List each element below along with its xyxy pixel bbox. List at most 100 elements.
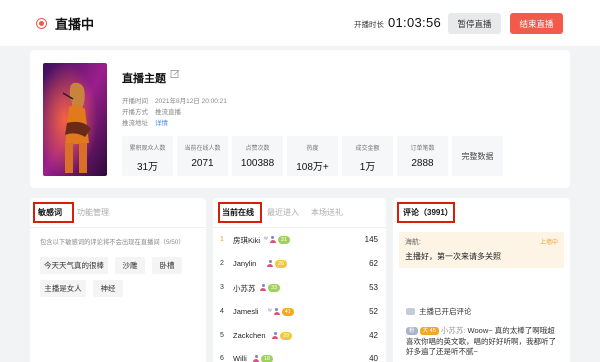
viewer-badges: 33 xyxy=(260,283,281,292)
user-icon xyxy=(273,308,280,315)
tab-gifts[interactable]: 本场送礼 xyxy=(311,207,343,218)
level-badge: 29 xyxy=(280,331,293,340)
weibo-icon: ᵂ xyxy=(268,308,272,315)
stat-label: 点赞次数 xyxy=(245,146,270,152)
user-icon xyxy=(269,236,276,243)
viewer-score: 53 xyxy=(369,283,378,292)
method-value: 推流直播 xyxy=(155,109,181,116)
highlight-box xyxy=(397,202,455,223)
stat-heat: 热度 108万+ xyxy=(287,136,338,176)
stat-total-viewers: 累积观众人数 31万 xyxy=(122,136,173,176)
fan-tag: 粉 xyxy=(406,327,418,335)
live-indicator-icon xyxy=(36,17,47,29)
viewer-score: 40 xyxy=(369,354,378,362)
duration-value: 01:03:56 xyxy=(388,15,442,30)
level-badge: 18 xyxy=(261,354,274,362)
viewer-row[interactable]: 5 Zackchen 29 42 xyxy=(213,330,386,344)
comment-item[interactable]: 粉 大 45 小苏苏: Woow~ 真的太棒了啊哦超喜欢你唱的英文歌，唱的好好听… xyxy=(406,326,561,358)
address-label: 推流地址 xyxy=(122,120,148,127)
viewer-rank: 4 xyxy=(220,308,224,315)
stat-value: 100388 xyxy=(240,158,275,169)
level-badge: 31 xyxy=(277,235,290,244)
stats-row: 累积观众人数 31万 当前在线人数 2071 点赞次数 100388 热度 10… xyxy=(122,136,503,176)
duration-label: 开播时长 xyxy=(354,20,384,29)
viewer-row[interactable]: 1 房琪Kiki ᵂ 31 145 xyxy=(213,234,386,248)
viewer-badges: ᵂ 41 xyxy=(268,307,294,316)
end-live-button[interactable]: 结束直播 xyxy=(510,13,563,34)
system-message-text: 主播已开启评论 xyxy=(419,307,472,316)
sensitive-word-chip[interactable]: 卧槽 xyxy=(152,257,182,274)
stat-value: 2888 xyxy=(411,158,434,169)
start-time-value: 2021年8月12日 20:00:21 xyxy=(155,98,227,105)
level-badge: 26 xyxy=(275,259,288,268)
stream-title: 直播主题 xyxy=(122,73,166,85)
stat-label: 成交金额 xyxy=(355,146,380,152)
pause-live-button[interactable]: 暂停直播 xyxy=(448,13,501,34)
viewer-name: 房琪Kiki xyxy=(233,236,261,245)
user-icon xyxy=(272,332,278,339)
stat-likes: 点赞次数 100388 xyxy=(232,136,283,176)
viewer-rank: 6 xyxy=(220,355,224,362)
stat-value: 31万 xyxy=(136,162,159,173)
method-label: 开播方式 xyxy=(122,109,148,116)
user-icon xyxy=(260,284,266,291)
viewer-name: Zackchen xyxy=(233,331,266,340)
stat-value: 1万 xyxy=(359,162,376,173)
viewer-name: Willi xyxy=(233,354,247,362)
full-data-button[interactable]: 完整数据 xyxy=(452,136,503,176)
top-bar: 直播中 开播时长 01:03:56 暂停直播 结束直播 xyxy=(0,0,600,46)
sensitive-words-hint: 包含以下敏感词的评论将不会出现在直播间（5/50） xyxy=(40,239,185,246)
viewer-row[interactable]: 2 Janylin 26 62 xyxy=(213,258,386,272)
viewer-score: 145 xyxy=(364,235,378,244)
pinned-comment[interactable]: 海航: 上墙中 主播好，第一次来请多关照 xyxy=(399,232,564,268)
stat-order-count: 订单笔数 2888 xyxy=(397,136,448,176)
highlight-box xyxy=(33,202,74,223)
viewers-panel: 当前在线 最近进入 本场送礼 1 房琪Kiki ᵂ 31 145 2 Janyl… xyxy=(213,198,386,362)
sensitive-words-panel: 敏感词 功能管理 包含以下敏感词的评论将不会出现在直播间（5/50） 今天天气真… xyxy=(30,198,206,362)
pinned-status-badge: 上墙中 xyxy=(539,240,558,246)
level-badge: 33 xyxy=(268,283,281,292)
highlight-box xyxy=(218,202,262,223)
live-status-title: 直播中 xyxy=(55,16,95,32)
level-badge: 大 45 xyxy=(419,327,439,335)
viewer-name: Janylin xyxy=(233,259,257,268)
stat-label: 当前在线人数 xyxy=(184,146,221,152)
sensitive-word-chip[interactable]: 今天天气真的很棒 xyxy=(40,257,108,274)
weibo-icon: ᵂ xyxy=(264,236,268,243)
system-message: 主播已开启评论 xyxy=(406,306,472,317)
stat-value: 2071 xyxy=(191,158,214,169)
viewer-badges: ᵂ 31 xyxy=(264,235,290,244)
method-row: 开播方式 推流直播 xyxy=(122,106,181,116)
start-time-label: 开播时间 xyxy=(122,98,148,105)
viewer-rank: 3 xyxy=(220,284,224,291)
stat-value: 108万+ xyxy=(296,162,329,173)
sensitive-word-chip[interactable]: 神经 xyxy=(93,280,123,297)
viewer-rank: 5 xyxy=(220,332,224,339)
start-time-row: 开播时间 2021年8月12日 20:00:21 xyxy=(122,95,227,105)
viewer-row[interactable]: 3 小苏苏 33 53 xyxy=(213,282,386,296)
viewer-rank: 2 xyxy=(220,260,224,267)
pinned-comment-text: 主播好，第一次来请多关照 xyxy=(405,252,501,261)
system-tag-icon xyxy=(406,308,415,315)
tab-recent-entries[interactable]: 最近进入 xyxy=(267,207,299,218)
sensitive-word-chip[interactable]: 主播是女人 xyxy=(40,280,86,297)
viewer-badges: 18 xyxy=(253,354,274,362)
stream-cover-image[interactable] xyxy=(43,63,107,176)
user-icon xyxy=(267,260,273,267)
edit-icon[interactable] xyxy=(170,69,180,79)
pinned-comment-author: 海航: xyxy=(405,239,421,246)
comment-author: 小苏苏: xyxy=(440,326,466,335)
tab-function-management[interactable]: 功能管理 xyxy=(77,207,109,218)
viewer-row[interactable]: 4 Jamesli ᵂ 41 52 xyxy=(213,306,386,320)
sensitive-word-chip[interactable]: 沙雕 xyxy=(115,257,145,274)
viewer-row[interactable]: 6 Willi 18 40 xyxy=(213,353,386,362)
address-detail-link[interactable]: 详情 xyxy=(155,117,168,127)
viewer-badges: 26 xyxy=(267,259,288,268)
user-icon xyxy=(253,355,259,362)
viewer-name: 小苏苏 xyxy=(233,284,256,293)
viewer-score: 52 xyxy=(369,307,378,316)
stat-label: 订单笔数 xyxy=(410,146,435,152)
stat-online-viewers: 当前在线人数 2071 xyxy=(177,136,228,176)
viewer-badges: 29 xyxy=(272,331,293,340)
level-badge: 41 xyxy=(281,307,294,316)
